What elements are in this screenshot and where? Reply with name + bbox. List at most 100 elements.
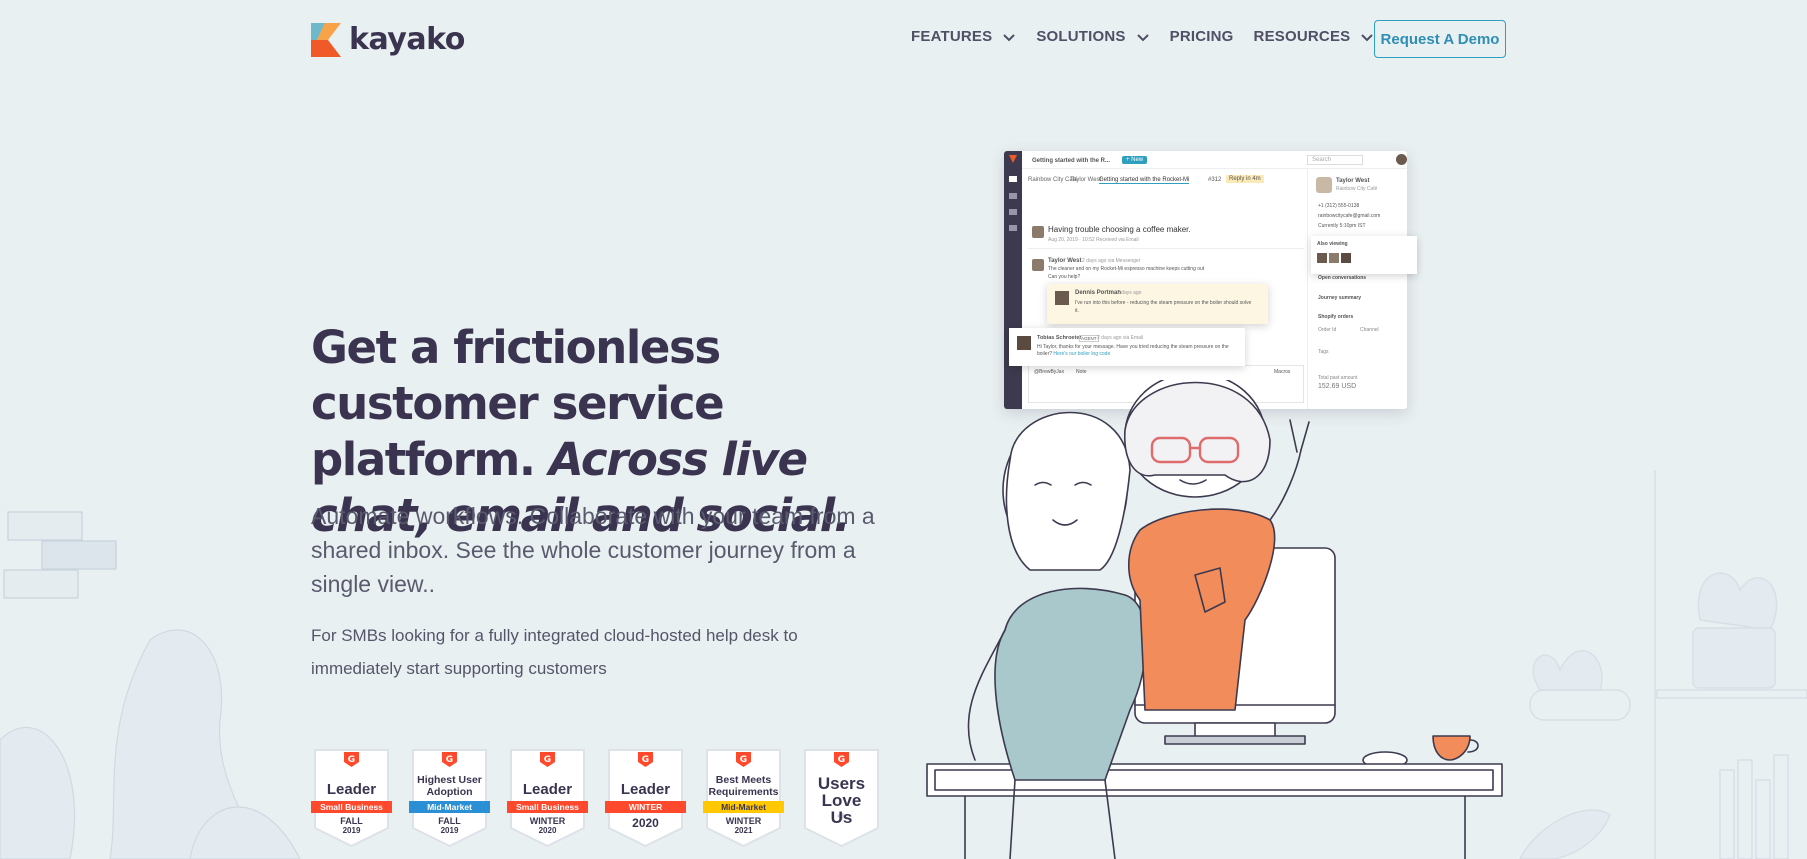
nav-features-label: FEATURES <box>911 28 993 45</box>
svg-text:G: G <box>642 755 649 765</box>
badge-season: 2020 <box>632 816 659 830</box>
order-id-label: Order Id <box>1318 327 1337 333</box>
svg-text:G: G <box>740 755 747 765</box>
composer-handle[interactable]: @BrewByJax <box>1034 369 1064 375</box>
nav-solutions[interactable]: SOLUTIONS <box>1036 28 1149 45</box>
badge-title: Leader <box>326 781 377 798</box>
breadcrumb-ticket[interactable]: Getting started with the Rocket-Mi <box>1099 177 1190 184</box>
hero-illustration <box>926 380 1503 859</box>
badge-year: 2019 <box>440 826 459 835</box>
avatar <box>1032 259 1044 271</box>
chevron-down-icon <box>1003 33 1016 41</box>
customer-name: Taylor West <box>1336 178 1370 184</box>
ticket-subject: Having trouble choosing a coffee maker. <box>1048 225 1191 234</box>
badge-band: WINTER <box>605 801 686 813</box>
kayako-logo-icon <box>311 22 341 57</box>
tags-label: Tags <box>1318 349 1329 355</box>
internal-note-card: Dennis Portman 2 days ago I've run into … <box>1047 284 1268 324</box>
customer-org: Rainbow City Café <box>1336 186 1378 192</box>
message-author: Taylor West <box>1048 258 1082 264</box>
svg-text:G: G <box>348 755 355 765</box>
award-badges: G Leader Small Business FALL 2019 G High… <box>311 748 882 848</box>
reply-time: 2 days ago via Email <box>1097 335 1144 341</box>
avatar <box>1329 253 1339 263</box>
avatar <box>1055 291 1069 305</box>
app-search-input[interactable]: Search <box>1307 155 1363 165</box>
also-viewing-label: Also viewing <box>1317 241 1348 247</box>
nav-resources[interactable]: RESOURCES <box>1254 28 1375 45</box>
background-illustration <box>0 470 1807 859</box>
message-time: 2 days ago via Messenger <box>1082 258 1141 264</box>
g2-badge: G Users Love Us <box>801 748 882 848</box>
ticket-id: #312 <box>1208 177 1222 183</box>
badge-year: 2020 <box>538 826 557 835</box>
badge-band: Small Business <box>311 801 392 813</box>
badge-title: Best Meets Requirements <box>708 774 779 798</box>
composer-note[interactable]: Note <box>1076 369 1087 375</box>
badge-season: FALL <box>340 816 363 826</box>
reply-author: Tobias Schroeter <box>1037 335 1082 341</box>
note-time: 2 days ago <box>1117 290 1142 296</box>
nav-resources-label: RESOURCES <box>1253 28 1351 45</box>
shopify-orders-link[interactable]: Shopify orders <box>1318 314 1353 320</box>
breadcrumb-user[interactable]: Taylor West <box>1070 177 1101 183</box>
badge-band: Mid-Market <box>703 801 784 813</box>
chevron-down-icon <box>1136 33 1149 41</box>
badge-title: Leader <box>620 781 671 798</box>
request-demo-button[interactable]: Request A Demo <box>1374 20 1506 58</box>
nav-pricing[interactable]: PRICING <box>1170 28 1234 45</box>
g2-badge: G Leader WINTER 2020 <box>605 748 686 848</box>
badge-shape: G <box>608 749 683 848</box>
reply-link[interactable]: Here's our boiler log code <box>1053 351 1110 357</box>
nav-solutions-label: SOLUTIONS <box>1036 28 1126 45</box>
g2-badge: G Leader Small Business FALL 2019 <box>311 748 392 848</box>
svg-text:G: G <box>446 755 453 765</box>
customer-email: rainbowcitycafe@gmail.com <box>1318 213 1381 219</box>
nav-pricing-label: PRICING <box>1169 28 1234 45</box>
avatar <box>1032 226 1044 238</box>
badge-band: Mid-Market <box>409 801 490 813</box>
avatar <box>1317 253 1327 263</box>
app-tab-title[interactable]: Getting started with the R... <box>1032 158 1110 164</box>
badge-year: 2019 <box>342 826 361 835</box>
badge-year: 2021 <box>734 826 753 835</box>
customer-phone: +1 (312) 555-0138 <box>1318 203 1360 209</box>
badge-title: Leader <box>522 781 573 798</box>
hero-subtitle: Automate workflows. Collaborate with you… <box>311 503 875 597</box>
journey-summary-link[interactable]: Journey summary <box>1318 295 1361 301</box>
kayako-wordmark: kayako <box>349 22 465 57</box>
main-nav: FEATURES SOLUTIONS PRICING RESOURCES <box>911 28 1394 45</box>
badge-season: WINTER <box>529 816 566 826</box>
svg-text:G: G <box>544 755 551 765</box>
app-sidebar-icons <box>1009 155 1017 231</box>
open-conversations-link[interactable]: Open conversations <box>1318 275 1366 281</box>
avatar <box>1341 253 1351 263</box>
badge-band: Small Business <box>507 801 588 813</box>
hero-note: For SMBs looking for a fully integrated … <box>311 626 798 678</box>
site-header: kayako FEATURES SOLUTIONS PRICING RESOUR… <box>0 0 1807 80</box>
kayako-logo[interactable]: kayako <box>311 22 465 57</box>
message-body-2: Can you help? <box>1048 274 1081 280</box>
panel-divider <box>1307 169 1308 409</box>
avatar[interactable] <box>1396 154 1407 165</box>
badge-title: Users Love Us <box>817 774 866 827</box>
agent-tag: AGENT <box>1079 335 1099 342</box>
reply-status-badge: Reply in 4m <box>1226 175 1264 183</box>
note-body: I've run into this before - reducing the… <box>1075 300 1252 314</box>
app-sidebar <box>1004 151 1022 409</box>
g2-badge: G Leader Small Business WINTER 2020 <box>507 748 588 848</box>
customer-time: Currently 5:10pm IST <box>1318 223 1366 229</box>
order-channel-label: Channel <box>1360 327 1379 333</box>
avatar <box>1316 177 1332 193</box>
reply-body: Hi Taylor, thanks for your message. Have… <box>1037 344 1237 358</box>
ticket-subject-meta: Aug 20, 2019 · 10:52 Received via Email <box>1048 237 1139 243</box>
badge-season: WINTER <box>725 816 762 826</box>
composer-macros[interactable]: Macros <box>1274 369 1290 375</box>
agent-reply-card: Tobias Schroeter AGENT 2 days ago via Em… <box>1009 328 1245 366</box>
badge-title: Highest User Adoption <box>417 774 482 798</box>
badge-season: FALL <box>438 816 461 826</box>
g2-badge: G Highest User Adoption Mid-Market FALL … <box>409 748 490 848</box>
app-new-button[interactable]: + New <box>1122 156 1148 164</box>
nav-features[interactable]: FEATURES <box>911 28 1016 45</box>
message-body: The cleaner and on my Rocket-Mi espresso… <box>1048 266 1205 272</box>
